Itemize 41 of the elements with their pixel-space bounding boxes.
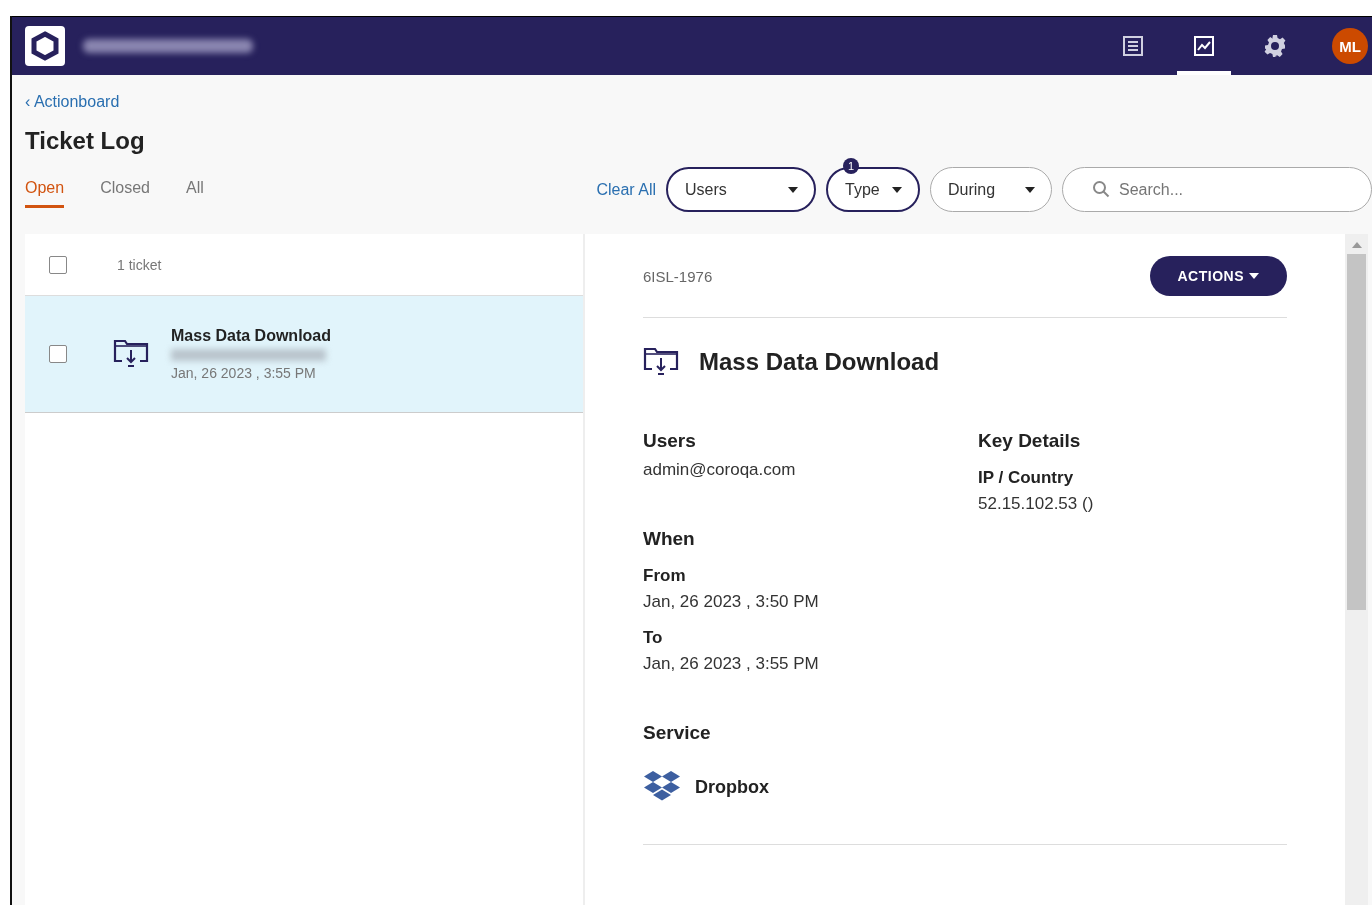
status-tab[interactable]: All: [185, 171, 204, 208]
filter-count-badge: 1: [843, 158, 859, 174]
caret-icon: [1025, 186, 1035, 193]
field-label: To: [643, 628, 664, 648]
ticket-title: Mass Data Download: [171, 327, 332, 345]
service-name: Dropbox: [695, 776, 769, 798]
user-avatar[interactable]: ML: [1332, 28, 1368, 64]
section-heading: When: [643, 528, 696, 550]
select-all-checkbox[interactable]: [49, 255, 67, 274]
page-title: Ticket Log: [25, 127, 146, 155]
section-heading: Key Details: [978, 430, 1082, 452]
caret-icon: [788, 186, 798, 193]
status-tab[interactable]: Closed: [100, 171, 150, 208]
ticket-row[interactable]: Mass Data Download Jan, 26 2023 , 3:55 PM: [25, 296, 583, 413]
section-heading: Service: [643, 722, 712, 744]
field-label: From: [643, 566, 687, 586]
clear-all-link[interactable]: Clear All: [596, 180, 656, 199]
ticket-id: 6ISL-1976: [643, 267, 713, 285]
section-heading: Users: [643, 430, 697, 452]
ticket-count: 1 ticket: [117, 256, 162, 273]
field-value: Jan, 26 2023 , 3:55 PM: [643, 654, 820, 674]
search-field[interactable]: Search...: [1062, 167, 1372, 212]
filter-dropdown[interactable]: During: [930, 167, 1052, 212]
logo-icon[interactable]: [25, 26, 65, 66]
scrollbar[interactable]: [1345, 234, 1368, 905]
ticket-date: Jan, 26 2023 , 3:55 PM: [171, 365, 317, 381]
ticket-checkbox[interactable]: [49, 345, 67, 363]
caret-icon: [892, 186, 902, 193]
field-value: 52.15.102.53 (): [978, 494, 1095, 514]
folder-download-icon: [113, 338, 149, 370]
caret-icon: [1249, 273, 1259, 279]
field-label: IP / Country: [978, 468, 1075, 488]
search-icon: [1092, 180, 1110, 198]
user-email: admin@coroqa.com: [643, 460, 797, 480]
actions-button[interactable]: ACTIONS: [1149, 256, 1287, 296]
status-tab[interactable]: Open: [25, 171, 65, 208]
field-value: Jan, 26 2023 , 3:50 PM: [643, 592, 820, 612]
folder-download-icon: [643, 346, 679, 378]
filter-dropdown[interactable]: Users: [666, 167, 816, 212]
back-link[interactable]: ‹ Actionboard: [25, 93, 120, 111]
ticket-heading: Mass Data Download: [699, 348, 940, 376]
